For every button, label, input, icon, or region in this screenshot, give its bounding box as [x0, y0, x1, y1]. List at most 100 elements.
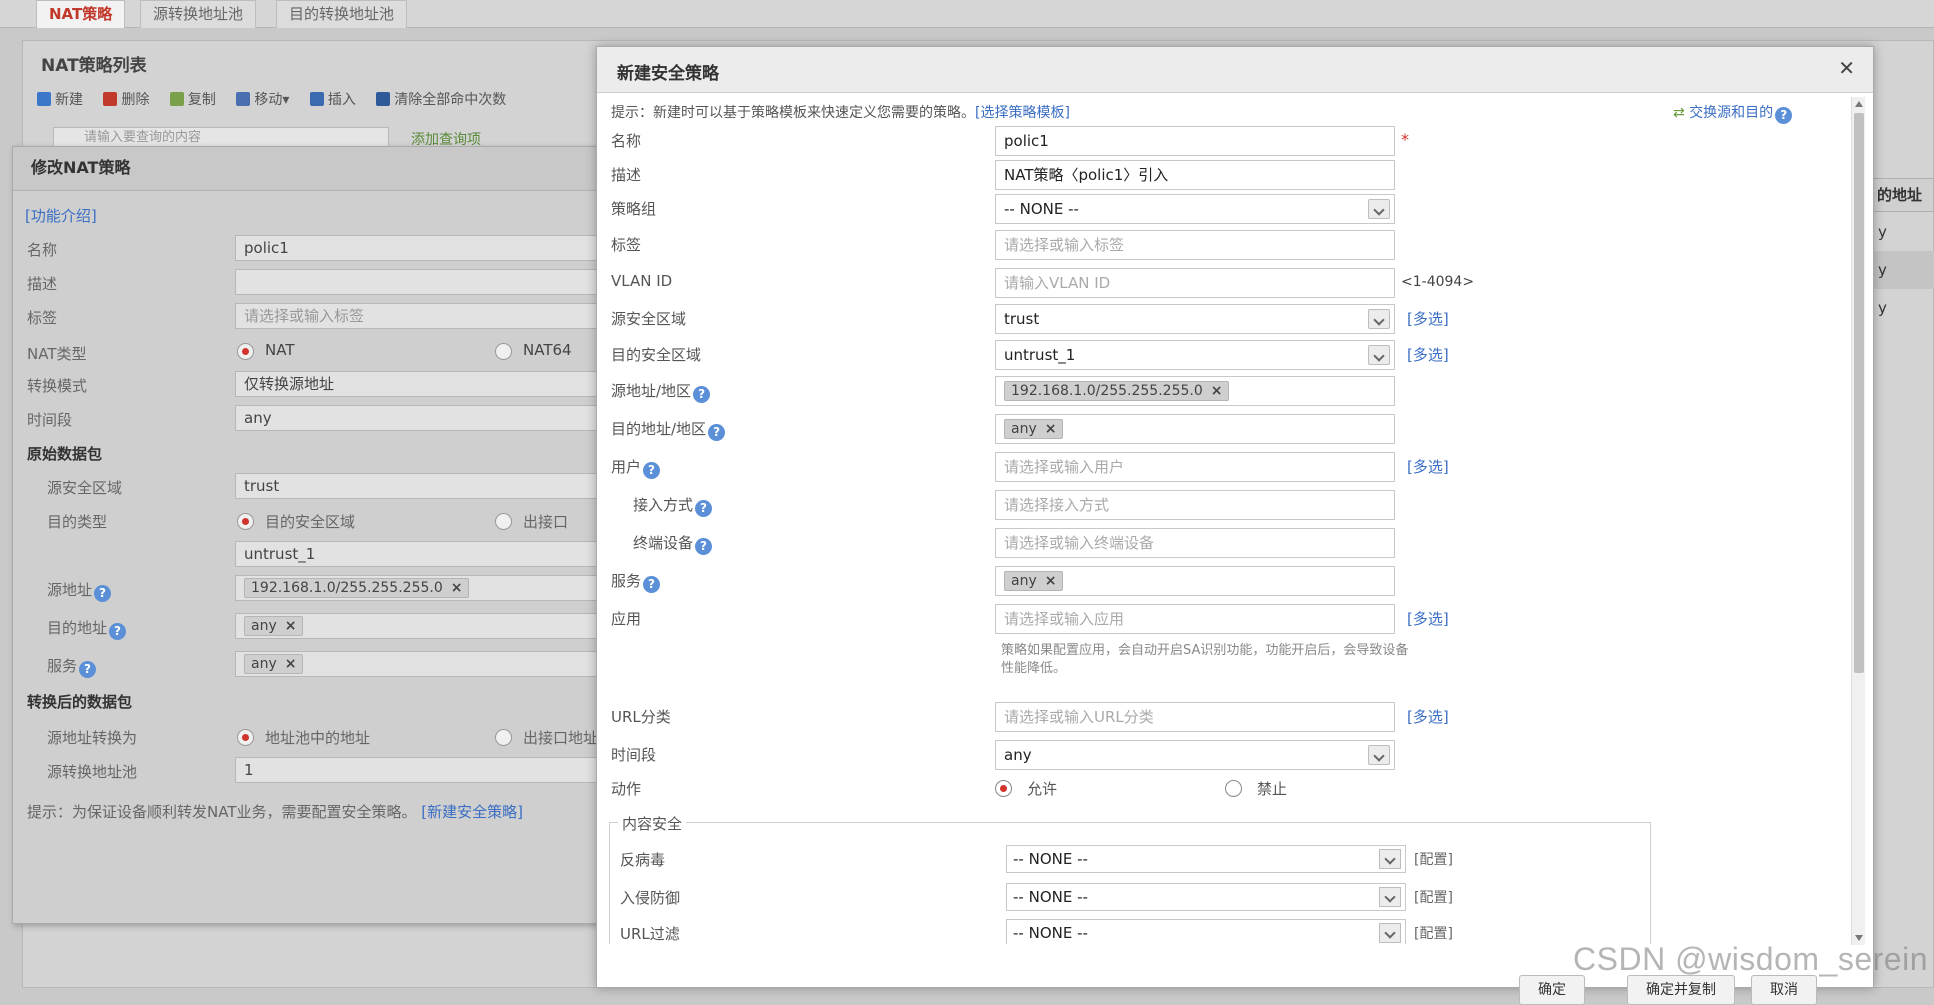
help-icon[interactable]: ? [708, 424, 726, 441]
user-multiselect-link[interactable]: [多选] [1407, 456, 1449, 477]
help-icon[interactable]: ? [695, 538, 713, 555]
delete-button[interactable]: 删除 [103, 89, 149, 109]
remove-tag-icon[interactable]: × [285, 618, 297, 634]
move-button[interactable]: 移动▾ [236, 89, 289, 109]
device-input[interactable]: 请选择或输入终端设备 [995, 528, 1395, 558]
remove-tag-icon[interactable]: × [451, 580, 463, 596]
new-security-policy-link[interactable]: [新建安全策略] [421, 803, 523, 821]
help-icon[interactable]: ? [693, 386, 711, 403]
url-multiselect-link[interactable]: [多选] [1407, 706, 1449, 727]
dst-addr-field[interactable]: any × [235, 613, 609, 639]
app-multiselect-link[interactable]: [多选] [1407, 608, 1449, 629]
dst-type-interface-radio[interactable] [495, 513, 512, 530]
chevron-down-icon[interactable] [1379, 923, 1401, 943]
pool-field[interactable]: 1 [235, 757, 609, 783]
help-icon[interactable]: ? [79, 661, 97, 678]
new-button[interactable]: 新建 [37, 89, 83, 109]
label-action: 动作 [611, 780, 642, 798]
chevron-down-icon[interactable] [1368, 199, 1390, 219]
antivirus-config-link[interactable]: [配置] [1414, 849, 1453, 869]
help-icon[interactable]: ? [695, 500, 713, 517]
src-zone-field[interactable]: trust [235, 473, 609, 499]
src-zone-multiselect-link[interactable]: [多选] [1407, 308, 1449, 329]
vertical-scrollbar[interactable] [1851, 97, 1865, 945]
insert-button[interactable]: 插入 [309, 89, 356, 109]
scroll-thumb[interactable] [1854, 113, 1864, 673]
help-icon[interactable]: ? [109, 623, 127, 640]
nat-type-nat-radio[interactable] [237, 343, 254, 360]
src-zone-select[interactable]: trust [995, 304, 1395, 334]
ok-and-copy-button[interactable]: 确定并复制 [1627, 975, 1735, 1005]
cancel-button[interactable]: 取消 [1751, 975, 1817, 1005]
help-icon[interactable]: ? [1775, 107, 1793, 124]
ok-button[interactable]: 确定 [1519, 975, 1585, 1005]
copy-button[interactable]: 复制 [169, 89, 216, 109]
chevron-down-icon[interactable] [1379, 887, 1401, 907]
section-translated-packet: 转换后的数据包 [27, 693, 133, 711]
label-access: 接入方式? [633, 494, 713, 517]
url-filter-config-link[interactable]: [配置] [1414, 923, 1453, 943]
swap-icon: ⇄ [1673, 105, 1685, 121]
name-input[interactable]: polic1 [995, 126, 1395, 156]
tag-field[interactable]: 请选择或输入标签 [235, 303, 609, 329]
antivirus-select[interactable]: -- NONE -- [1006, 845, 1406, 873]
feature-intro-link[interactable]: [功能介绍] [25, 205, 97, 226]
help-icon[interactable]: ? [643, 462, 661, 479]
policy-group-select[interactable]: -- NONE -- [995, 194, 1395, 224]
action-allow-label: 允许 [1027, 780, 1058, 798]
dialog-header: 新建安全策略 ✕ [597, 47, 1873, 93]
scroll-up-icon[interactable] [1855, 101, 1863, 107]
user-input[interactable]: 请选择或输入用户 [995, 452, 1395, 482]
label-tag: 标签 [27, 309, 58, 327]
mode-field[interactable]: 仅转换源地址 [235, 371, 609, 397]
time-field[interactable]: any [235, 405, 609, 431]
name-field[interactable]: polic1 [235, 235, 609, 261]
src-addr-field[interactable]: 192.168.1.0/255.255.255.0 × [235, 575, 609, 601]
remove-tag-icon[interactable]: × [1045, 573, 1057, 589]
service-input[interactable]: any × [995, 566, 1395, 596]
vlan-input[interactable]: 请输入VLAN ID [995, 268, 1395, 298]
time-select[interactable]: any [995, 740, 1395, 770]
chevron-down-icon[interactable] [1368, 345, 1390, 365]
tab-destination-pool[interactable]: 目的转换地址池 [276, 0, 408, 28]
help-icon[interactable]: ? [643, 576, 661, 593]
nat-type-nat64-radio[interactable] [495, 343, 512, 360]
chevron-down-icon[interactable] [1379, 849, 1401, 869]
select-template-link[interactable]: [选择策略模板] [975, 105, 1070, 121]
src-translate-interface-radio[interactable] [495, 729, 512, 746]
src-translate-pool-radio[interactable] [237, 729, 254, 746]
src-addr-input[interactable]: 192.168.1.0/255.255.255.0 × [995, 376, 1395, 406]
dst-addr-input[interactable]: any × [995, 414, 1395, 444]
swap-src-dst-link[interactable]: ⇄ 交换源和目的? [1673, 102, 1793, 124]
dst-type-zone-radio[interactable] [237, 513, 254, 530]
label-app: 应用 [611, 610, 642, 628]
remove-tag-icon[interactable]: × [285, 656, 297, 672]
section-original-packet: 原始数据包 [27, 445, 103, 463]
chevron-down-icon[interactable] [1368, 309, 1390, 329]
url-category-input[interactable]: 请选择或输入URL分类 [995, 702, 1395, 732]
url-filter-select[interactable]: -- NONE -- [1006, 919, 1406, 944]
remove-tag-icon[interactable]: × [1045, 421, 1057, 437]
dst-zone-select[interactable]: untrust_1 [995, 340, 1395, 370]
action-deny-radio[interactable] [1225, 780, 1242, 797]
close-icon[interactable]: ✕ [1838, 57, 1855, 79]
tab-nat-policy[interactable]: NAT策略 [36, 0, 126, 28]
remove-tag-icon[interactable]: × [1211, 383, 1223, 399]
dst-zone-field[interactable]: untrust_1 [235, 541, 609, 567]
tab-source-pool[interactable]: 源转换地址池 [140, 0, 257, 28]
dst-zone-multiselect-link[interactable]: [多选] [1407, 344, 1449, 365]
tag-input[interactable]: 请选择或输入标签 [995, 230, 1395, 260]
action-allow-radio[interactable] [995, 780, 1012, 797]
desc-field[interactable] [235, 269, 609, 295]
clear-hits-button[interactable]: 清除全部命中次数 [376, 89, 506, 109]
ips-select[interactable]: -- NONE -- [1006, 883, 1406, 911]
service-field[interactable]: any × [235, 651, 609, 677]
ips-config-link[interactable]: [配置] [1414, 887, 1453, 907]
toolbar: 新建 删除 复制 移动▾ 插入 清除全部命中次数 [37, 89, 522, 109]
access-input[interactable]: 请选择接入方式 [995, 490, 1395, 520]
help-icon[interactable]: ? [94, 585, 112, 602]
app-input[interactable]: 请选择或输入应用 [995, 604, 1395, 634]
desc-input[interactable]: NAT策略〈polic1〉引入 [995, 160, 1395, 190]
dialog-body: 提示：新建时可以基于策略模板来快速定义您需要的策略。[选择策略模板] ⇄ 交换源… [597, 94, 1875, 944]
chevron-down-icon[interactable] [1368, 745, 1390, 765]
